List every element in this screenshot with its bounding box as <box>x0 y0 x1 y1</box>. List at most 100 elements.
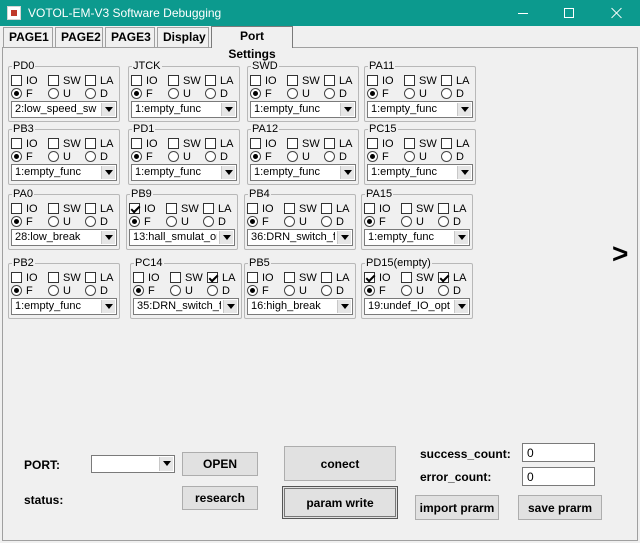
sw-checkbox-box[interactable] <box>284 272 295 283</box>
f-radio-box[interactable] <box>131 151 142 162</box>
d-radio-box[interactable] <box>324 88 335 99</box>
u-radio-box[interactable] <box>401 285 412 296</box>
f-radio[interactable]: F <box>131 87 153 100</box>
sw-checkbox[interactable]: SW <box>166 202 199 215</box>
io-checkbox-box[interactable] <box>364 203 375 214</box>
function-select[interactable]: 28:low_break <box>11 229 117 246</box>
la-checkbox[interactable]: LA <box>441 137 469 150</box>
la-checkbox-box[interactable] <box>321 203 332 214</box>
sw-checkbox[interactable]: SW <box>404 137 437 150</box>
function-select[interactable]: 16:high_break <box>247 298 353 315</box>
la-checkbox[interactable]: LA <box>203 202 231 215</box>
u-radio-box[interactable] <box>48 285 59 296</box>
chevron-down-icon[interactable] <box>457 166 471 179</box>
u-radio[interactable]: U <box>48 215 71 228</box>
la-checkbox[interactable]: LA <box>324 137 352 150</box>
io-checkbox[interactable]: IO <box>247 202 274 215</box>
u-radio-box[interactable] <box>166 216 177 227</box>
u-radio-box[interactable] <box>284 216 295 227</box>
sw-checkbox[interactable]: SW <box>287 137 320 150</box>
d-radio-box[interactable] <box>85 285 96 296</box>
d-radio-box[interactable] <box>85 216 96 227</box>
io-checkbox-box[interactable] <box>133 272 144 283</box>
la-checkbox-box[interactable] <box>438 272 449 283</box>
chevron-down-icon[interactable] <box>101 300 115 313</box>
io-checkbox[interactable]: IO <box>367 137 394 150</box>
sw-checkbox[interactable]: SW <box>48 74 81 87</box>
d-radio-box[interactable] <box>321 216 332 227</box>
la-checkbox-box[interactable] <box>324 138 335 149</box>
sw-checkbox-box[interactable] <box>404 75 415 86</box>
f-radio-box[interactable] <box>133 285 144 296</box>
close-button[interactable] <box>594 0 640 26</box>
f-radio-box[interactable] <box>364 216 375 227</box>
u-radio[interactable]: U <box>404 150 427 163</box>
u-radio[interactable]: U <box>48 284 71 297</box>
import-param-button[interactable]: import prarm <box>415 495 499 520</box>
function-select[interactable]: 13:hall_smulat_or <box>129 229 235 246</box>
io-checkbox[interactable]: IO <box>364 202 391 215</box>
d-radio[interactable]: D <box>441 87 464 100</box>
sw-checkbox-box[interactable] <box>48 75 59 86</box>
d-radio-box[interactable] <box>438 216 449 227</box>
f-radio[interactable]: F <box>11 150 33 163</box>
maximize-button[interactable] <box>546 0 592 26</box>
f-radio[interactable]: F <box>250 150 272 163</box>
u-radio-box[interactable] <box>401 216 412 227</box>
la-checkbox-box[interactable] <box>438 203 449 214</box>
port-select[interactable] <box>91 455 175 473</box>
d-radio[interactable]: D <box>207 284 230 297</box>
f-radio-box[interactable] <box>364 285 375 296</box>
io-checkbox-box[interactable] <box>11 272 22 283</box>
f-radio[interactable]: F <box>11 87 33 100</box>
u-radio-box[interactable] <box>168 88 179 99</box>
io-checkbox[interactable]: IO <box>11 74 38 87</box>
minimize-button[interactable] <box>500 0 546 26</box>
f-radio[interactable]: F <box>250 87 272 100</box>
function-select[interactable]: 1:empty_func <box>250 101 356 118</box>
connect-button[interactable]: conect <box>284 446 396 481</box>
io-checkbox[interactable]: IO <box>367 74 394 87</box>
u-radio[interactable]: U <box>284 284 307 297</box>
chevron-down-icon[interactable] <box>101 166 115 179</box>
f-radio-box[interactable] <box>11 151 22 162</box>
la-checkbox-box[interactable] <box>85 138 96 149</box>
chevron-down-icon[interactable] <box>457 103 471 116</box>
function-select[interactable]: 1:empty_func <box>131 101 237 118</box>
d-radio[interactable]: D <box>205 150 228 163</box>
f-radio-box[interactable] <box>367 151 378 162</box>
sw-checkbox[interactable]: SW <box>284 202 317 215</box>
la-checkbox[interactable]: LA <box>85 74 113 87</box>
sw-checkbox[interactable]: SW <box>287 74 320 87</box>
f-radio-box[interactable] <box>11 88 22 99</box>
io-checkbox-box[interactable] <box>250 138 261 149</box>
io-checkbox[interactable]: IO <box>131 137 158 150</box>
function-select[interactable]: 36:DRN_switch_f <box>247 229 353 246</box>
u-radio[interactable]: U <box>168 87 191 100</box>
d-radio[interactable]: D <box>203 215 226 228</box>
d-radio[interactable]: D <box>321 284 344 297</box>
io-checkbox-box[interactable] <box>250 75 261 86</box>
sw-checkbox[interactable]: SW <box>401 202 434 215</box>
chevron-down-icon[interactable] <box>337 231 351 244</box>
d-radio-box[interactable] <box>321 285 332 296</box>
title-bar[interactable]: VOTOL-EM-V3 Software Debugging <box>0 0 640 26</box>
f-radio-box[interactable] <box>250 151 261 162</box>
la-checkbox-box[interactable] <box>85 272 96 283</box>
d-radio[interactable]: D <box>85 215 108 228</box>
io-checkbox-box[interactable] <box>11 138 22 149</box>
sw-checkbox-box[interactable] <box>287 75 298 86</box>
sw-checkbox-box[interactable] <box>48 203 59 214</box>
f-radio[interactable]: F <box>364 215 386 228</box>
io-checkbox[interactable]: IO <box>247 271 274 284</box>
u-radio[interactable]: U <box>168 150 191 163</box>
io-checkbox[interactable]: IO <box>11 271 38 284</box>
f-radio[interactable]: F <box>133 284 155 297</box>
chevron-down-icon[interactable] <box>221 166 235 179</box>
u-radio[interactable]: U <box>287 87 310 100</box>
f-radio-box[interactable] <box>11 216 22 227</box>
u-radio[interactable]: U <box>401 215 424 228</box>
f-radio[interactable]: F <box>131 150 153 163</box>
d-radio[interactable]: D <box>438 284 461 297</box>
d-radio[interactable]: D <box>205 87 228 100</box>
